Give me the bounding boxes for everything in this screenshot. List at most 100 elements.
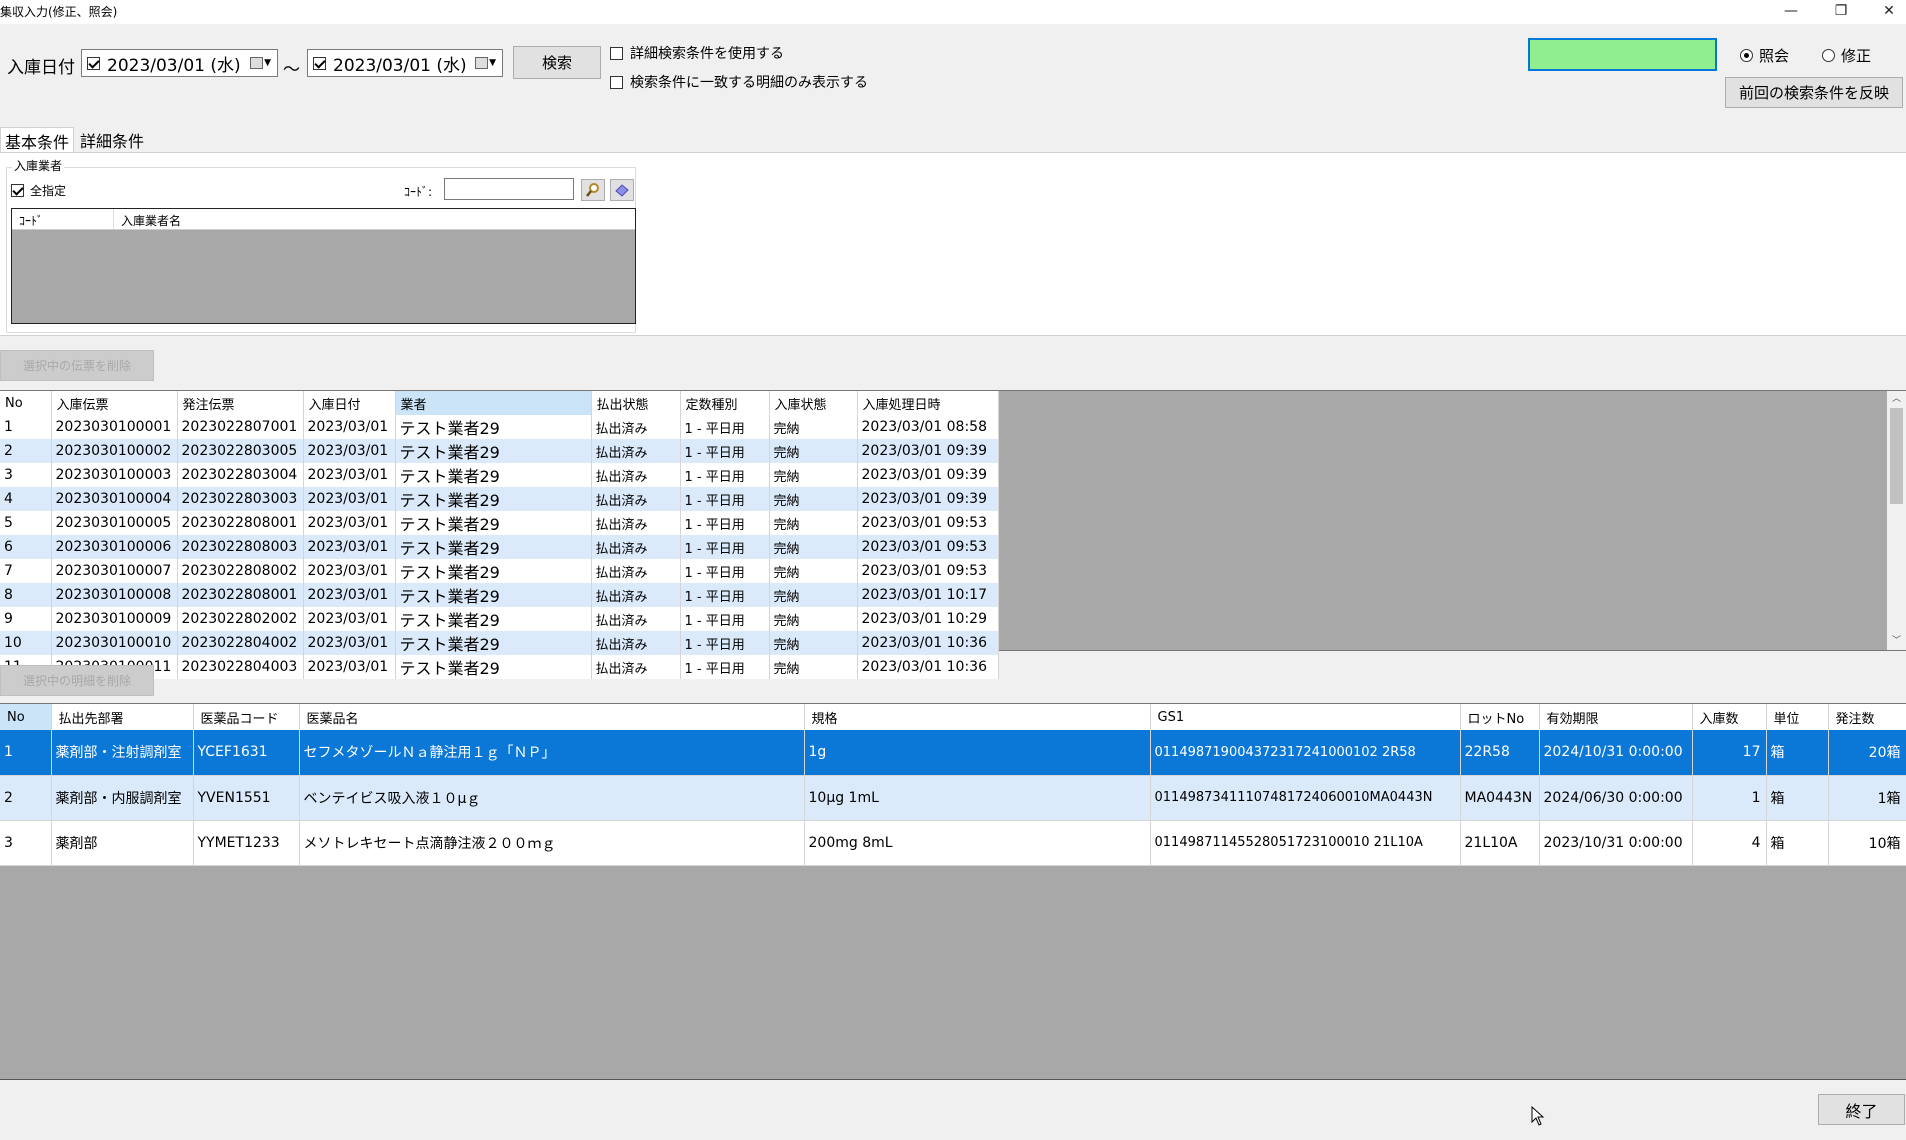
- details-col-order-qty[interactable]: 発注数: [1828, 704, 1906, 730]
- detail-cell-department: 薬剤部・内服調剤室: [51, 775, 194, 821]
- mode-inquiry-radio[interactable]: [1740, 49, 1753, 62]
- slip-row[interactable]: 6 2023030100006 2023022808003 2023/03/01 テスト…: [0, 535, 999, 559]
- calendar-dropdown-icon[interactable]: ▼: [250, 57, 271, 69]
- details-col-drug-name[interactable]: 医薬品名: [299, 704, 805, 730]
- supplier-col-name[interactable]: 入庫業者名: [114, 209, 181, 229]
- scroll-up-icon[interactable]: ︿: [1887, 391, 1906, 408]
- slip-cell-date: 2023/03/01: [303, 655, 396, 679]
- details-col-lot[interactable]: ロットNo: [1460, 704, 1540, 730]
- detail-row[interactable]: 3 薬剤部 YYMET1233 メソトレキセート点滴静注液２００ｍｇ 200mg 8mL…: [0, 820, 1906, 866]
- details-col-expiry[interactable]: 有効期限: [1539, 704, 1693, 730]
- scroll-down-icon[interactable]: ﹀: [1887, 633, 1906, 650]
- scroll-thumb[interactable]: [1890, 408, 1903, 504]
- show-matching-only-option[interactable]: 検索条件に一致する明細のみ表示する: [610, 72, 868, 92]
- slip-row[interactable]: 7 2023030100007 2023022808002 2023/03/01 テスト…: [0, 559, 999, 583]
- search-icon[interactable]: [581, 179, 605, 201]
- detail-cell-lot: 22R58: [1460, 730, 1540, 776]
- detail-cell-no: 2: [0, 775, 52, 821]
- slips-col-order-slip[interactable]: 発注伝票: [177, 391, 304, 415]
- slip-cell-processed-at: 2023/03/01 09:39: [857, 439, 999, 463]
- close-icon[interactable]: ✕: [1866, 0, 1906, 22]
- date-to-picker[interactable]: 2023/03/01 (水) ▼: [307, 49, 503, 77]
- minimize-icon[interactable]: —: [1768, 0, 1814, 22]
- slip-row[interactable]: 10 2023030100010 2023022804002 2023/03/01 テス…: [0, 631, 999, 655]
- slip-cell-no: 7: [0, 559, 52, 583]
- tab-detail-conditions[interactable]: 詳細条件: [76, 127, 148, 153]
- slips-col-date[interactable]: 入庫日付: [303, 391, 396, 415]
- mode-modify-radio[interactable]: [1822, 49, 1835, 62]
- show-matching-only-checkbox[interactable]: [610, 75, 623, 89]
- slips-col-status[interactable]: 入庫状態: [769, 391, 858, 415]
- detail-cell-order-qty: 10箱: [1828, 820, 1906, 866]
- supplier-col-code[interactable]: ｺｰﾄﾞ: [12, 209, 114, 229]
- slip-row[interactable]: 9 2023030100009 2023022802002 2023/03/01 テスト…: [0, 607, 999, 631]
- slip-cell-supplier: テスト業者29: [395, 631, 592, 655]
- slip-cell-slip: 2023030100006: [51, 535, 178, 559]
- slip-row[interactable]: 1 2023030100001 2023022807001 2023/03/01 テスト…: [0, 415, 999, 439]
- mode-modify-option[interactable]: 修正: [1822, 45, 1871, 66]
- delete-selected-detail-button[interactable]: 選択中の明細を削除: [0, 665, 154, 696]
- date-from-picker[interactable]: 2023/03/01 (水) ▼: [81, 49, 278, 77]
- date-from-checkbox[interactable]: [87, 56, 100, 70]
- slips-scrollbar[interactable]: ︿ ﹀: [1887, 391, 1906, 650]
- status-input[interactable]: [1528, 38, 1717, 71]
- slip-cell-order-slip: 2023022802002: [177, 607, 304, 631]
- slips-col-dispatch-status[interactable]: 払出状態: [591, 391, 681, 415]
- detail-cell-no: 3: [0, 820, 52, 866]
- exit-button[interactable]: 終了: [1818, 1094, 1905, 1125]
- slip-row[interactable]: 2 2023030100002 2023022803005 2023/03/01 テスト…: [0, 439, 999, 463]
- detail-row[interactable]: 2 薬剤部・内服調剤室 YVEN1551 ベンテイビス吸入液１０μｇ 10μg 1mL 0…: [0, 775, 1906, 821]
- details-col-gs1[interactable]: GS1: [1150, 704, 1461, 730]
- use-detail-conditions-checkbox[interactable]: [610, 46, 623, 60]
- eraser-icon[interactable]: [610, 179, 634, 201]
- slip-cell-slip: 2023030100008: [51, 583, 178, 607]
- reflect-previous-button[interactable]: 前回の検索条件を反映: [1725, 77, 1903, 108]
- details-col-unit[interactable]: 単位: [1766, 704, 1829, 730]
- slip-cell-date: 2023/03/01: [303, 535, 396, 559]
- detail-row[interactable]: 1 薬剤部・注射調剤室 YCEF1631 セフメタゾールＮａ静注用１ｇ「ＮＰ」 1g 01…: [0, 730, 1906, 776]
- details-col-no[interactable]: No: [0, 704, 52, 730]
- mode-inquiry-label: 照会: [1759, 47, 1790, 65]
- date-to-checkbox[interactable]: [313, 56, 326, 70]
- search-button[interactable]: 検索: [513, 46, 601, 79]
- slip-row[interactable]: 8 2023030100008 2023022808001 2023/03/01 テスト…: [0, 583, 999, 607]
- slips-col-supplier[interactable]: 業者: [395, 391, 592, 415]
- supplier-list[interactable]: ｺｰﾄﾞ 入庫業者名: [11, 208, 636, 324]
- slip-cell-date: 2023/03/01: [303, 559, 396, 583]
- slip-cell-dispatch-status: 払出済み: [591, 487, 681, 511]
- slip-cell-order-slip: 2023022808001: [177, 511, 304, 535]
- mode-inquiry-option[interactable]: 照会: [1740, 45, 1789, 66]
- details-col-department[interactable]: 払出先部署: [51, 704, 194, 730]
- slips-col-no[interactable]: No: [0, 391, 52, 415]
- supplier-all-option[interactable]: 全指定: [11, 182, 66, 199]
- slip-cell-dispatch-status: 払出済み: [591, 439, 681, 463]
- delete-selected-slip-button[interactable]: 選択中の伝票を削除: [0, 350, 154, 381]
- slip-cell-status: 完納: [769, 559, 858, 583]
- slip-cell-supplier: テスト業者29: [395, 511, 592, 535]
- slip-cell-no: 2: [0, 439, 52, 463]
- tab-basic-conditions[interactable]: 基本条件: [0, 127, 75, 153]
- use-detail-conditions-option[interactable]: 詳細検索条件を使用する: [610, 43, 784, 63]
- slips-col-processed-at[interactable]: 入庫処理日時: [857, 391, 999, 415]
- supplier-group-label: 入庫業者: [12, 157, 65, 174]
- slip-row[interactable]: 5 2023030100005 2023022808001 2023/03/01 テスト…: [0, 511, 999, 535]
- supplier-all-checkbox[interactable]: [11, 184, 24, 197]
- slip-row[interactable]: 3 2023030100003 2023022803004 2023/03/01 テスト…: [0, 463, 999, 487]
- restore-icon[interactable]: ❐: [1818, 0, 1864, 22]
- slip-cell-date: 2023/03/01: [303, 511, 396, 535]
- details-col-qty[interactable]: 入庫数: [1692, 704, 1767, 730]
- supplier-code-input[interactable]: [444, 178, 574, 200]
- slips-col-type[interactable]: 定数種別: [680, 391, 770, 415]
- slips-col-slip[interactable]: 入庫伝票: [51, 391, 178, 415]
- slip-cell-supplier: テスト業者29: [395, 463, 592, 487]
- details-col-drug-code[interactable]: 医薬品コード: [193, 704, 300, 730]
- detail-cell-department: 薬剤部: [51, 820, 194, 866]
- slips-grid[interactable]: No 入庫伝票 発注伝票 入庫日付 業者 払出状態 定数種別 入庫状態 入庫処理日時 1 2023…: [0, 391, 999, 679]
- slip-cell-processed-at: 2023/03/01 09:39: [857, 463, 999, 487]
- calendar-dropdown-icon[interactable]: ▼: [475, 57, 496, 69]
- slip-cell-dispatch-status: 払出済み: [591, 607, 681, 631]
- slip-row[interactable]: 4 2023030100004 2023022803003 2023/03/01 テスト…: [0, 487, 999, 511]
- details-grid[interactable]: No 払出先部署 医薬品コード 医薬品名 規格 GS1 ロットNo 有効期限 入庫数 単位 発注数 …: [0, 704, 1906, 866]
- slip-cell-supplier: テスト業者29: [395, 655, 592, 679]
- details-col-spec[interactable]: 規格: [804, 704, 1151, 730]
